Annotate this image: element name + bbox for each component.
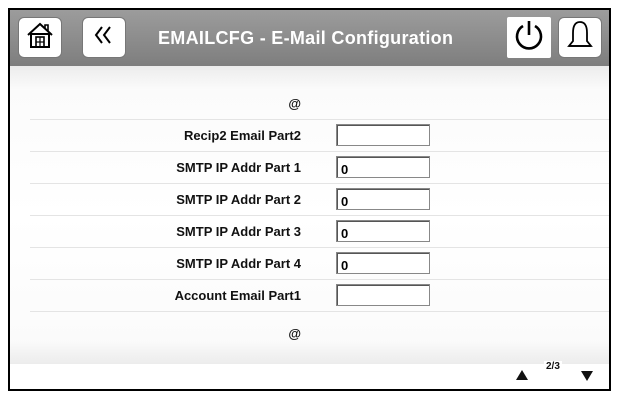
bell-icon <box>565 19 595 56</box>
field-label: @ <box>288 96 301 111</box>
field-label: SMTP IP Addr Part 4 <box>176 256 301 271</box>
list-item-smtp-ip-addr-part1: SMTP IP Addr Part 1 0 <box>30 152 609 184</box>
home-button[interactable] <box>18 17 62 58</box>
alarm-button[interactable] <box>558 17 602 58</box>
smtp-ip-addr-part3-field[interactable]: 0 <box>336 220 430 242</box>
list-item-at-top: @ <box>30 88 609 120</box>
triangle-up-icon <box>515 368 529 384</box>
power-button[interactable] <box>507 17 551 58</box>
page-indicator: 2/3 <box>544 361 562 372</box>
smtp-ip-addr-part4-field[interactable]: 0 <box>336 252 430 274</box>
back-button[interactable] <box>82 17 126 58</box>
smtp-ip-addr-part1-field[interactable]: 0 <box>336 156 430 178</box>
screen-frame: EMAILCFG - E-Mail Configuration @ Recip2… <box>8 8 611 391</box>
page-title: EMAILCFG - E-Mail Configuration <box>158 28 454 48</box>
list-item-smtp-ip-addr-part2: SMTP IP Addr Part 2 0 <box>30 184 609 216</box>
power-icon <box>513 19 545 56</box>
account-email-part1-field[interactable] <box>336 284 430 306</box>
smtp-ip-addr-part2-field[interactable]: 0 <box>336 188 430 210</box>
list-item-recip2-email-part2: Recip2 Email Part2 <box>30 120 609 152</box>
config-list: @ Recip2 Email Part2 SMTP IP Addr Part 1… <box>10 66 609 364</box>
field-label: SMTP IP Addr Part 2 <box>176 192 301 207</box>
list-item-smtp-ip-addr-part4: SMTP IP Addr Part 4 0 <box>30 248 609 280</box>
list-item-account-email-part1: Account Email Part1 <box>30 280 609 312</box>
list-item-at-bottom: @ <box>30 318 609 350</box>
footer-bar: 2/3 <box>10 361 609 389</box>
home-icon <box>25 21 55 54</box>
list-item-smtp-ip-addr-part3: SMTP IP Addr Part 3 0 <box>30 216 609 248</box>
page-up-button[interactable] <box>515 368 529 384</box>
field-label: SMTP IP Addr Part 3 <box>176 224 301 239</box>
recip2-email-part2-field[interactable] <box>336 124 430 146</box>
field-label: Account Email Part1 <box>174 288 301 303</box>
field-label: Recip2 Email Part2 <box>183 128 301 143</box>
back-chevrons-icon <box>92 23 116 52</box>
field-label: SMTP IP Addr Part 1 <box>176 160 301 175</box>
field-label: @ <box>288 326 301 341</box>
header-bar: EMAILCFG - E-Mail Configuration <box>10 10 609 66</box>
triangle-down-icon <box>580 369 594 385</box>
page-down-button[interactable] <box>580 369 594 385</box>
